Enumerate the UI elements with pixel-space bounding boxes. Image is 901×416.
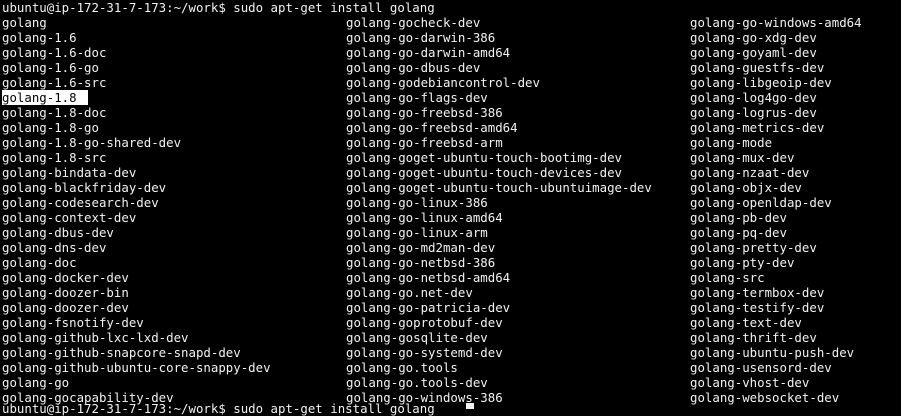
completion-item[interactable]: golang-mode <box>690 135 772 150</box>
completion-item-selected[interactable]: golang-1.8 <box>2 90 88 105</box>
completion-item[interactable]: golang-log4go-dev <box>690 90 817 105</box>
completion-item[interactable]: golang-go-netbsd-386 <box>346 255 495 270</box>
completion-item[interactable]: golang-1.6-src <box>2 75 106 90</box>
completion-item[interactable]: golang-goget-ubuntu-touch-devices-dev <box>346 165 622 180</box>
completion-item[interactable]: golang-go-darwin-amd64 <box>346 45 510 60</box>
completion-item[interactable]: golang-go-dbus-dev <box>346 60 480 75</box>
completion-item[interactable]: golang-src <box>690 270 765 285</box>
completion-item[interactable]: golang-doozer-dev <box>2 300 129 315</box>
completion-item[interactable]: golang-go-windows-amd64 <box>690 15 862 30</box>
completion-column-1: golang golang-1.6 golang-1.6-doc golang-1.6… <box>2 15 271 405</box>
completion-column-3: golang-go-windows-amd64 golang-go-xdg-dev… <box>690 15 862 405</box>
completion-item[interactable]: golang-dns-dev <box>2 240 106 255</box>
completion-item[interactable]: golang-go-xdg-dev <box>690 30 817 45</box>
completion-item[interactable]: golang-text-dev <box>690 315 802 330</box>
completion-item[interactable]: golang-go-freebsd-amd64 <box>346 120 518 135</box>
completion-item[interactable]: golang-github-lxc-lxd-dev <box>2 330 189 345</box>
completion-item[interactable]: golang-go-freebsd-arm <box>346 135 503 150</box>
completion-item[interactable]: golang-objx-dev <box>690 180 802 195</box>
completion-item[interactable]: golang-doc <box>2 255 77 270</box>
completion-item[interactable]: golang-pq-dev <box>690 225 787 240</box>
completion-item[interactable]: golang-docker-dev <box>2 270 129 285</box>
completion-item[interactable]: golang-usensord-dev <box>690 360 832 375</box>
terminal-window[interactable]: ubuntu@ip-172-31-7-173:~/work$ sudo apt-… <box>0 0 901 416</box>
completion-item[interactable]: golang-libgeoip-dev <box>690 75 832 90</box>
completion-item[interactable]: golang-go.net-dev <box>346 285 473 300</box>
completion-item[interactable]: golang-mux-dev <box>690 150 794 165</box>
completion-item[interactable]: golang-openldap-dev <box>690 195 832 210</box>
command-prompt-line: ubuntu@ip-172-31-7-173:~/work$ sudo apt-… <box>2 0 435 15</box>
completion-item[interactable]: golang-1.8-doc <box>2 105 106 120</box>
completion-item[interactable]: golang-go-linux-amd64 <box>346 210 503 225</box>
completion-item[interactable]: golang-godebiancontrol-dev <box>346 75 540 90</box>
completion-item[interactable]: golang-guestfs-dev <box>690 60 824 75</box>
completion-item[interactable]: golang-go-netbsd-amd64 <box>346 270 510 285</box>
completion-item[interactable]: golang-testify-dev <box>690 300 824 315</box>
completion-item[interactable]: golang-blackfriday-dev <box>2 180 166 195</box>
completion-item[interactable]: golang-go-linux-386 <box>346 195 488 210</box>
completion-item[interactable]: golang-gosqlite-dev <box>346 330 488 345</box>
completion-item[interactable]: golang-1.8-go-shared-dev <box>2 135 181 150</box>
text-cursor <box>466 403 474 409</box>
completion-item[interactable]: golang-nzaat-dev <box>690 165 809 180</box>
completion-item[interactable]: golang-vhost-dev <box>690 375 809 390</box>
completion-item[interactable]: golang-go.tools <box>346 360 458 375</box>
completion-item[interactable]: golang-pty-dev <box>690 255 794 270</box>
completion-item[interactable]: golang-gocheck-dev <box>346 15 480 30</box>
completion-item[interactable]: golang-go-systemd-dev <box>346 345 503 360</box>
completion-item[interactable]: golang-thrift-dev <box>690 330 817 345</box>
completion-item[interactable]: golang-fsnotify-dev <box>2 315 144 330</box>
completion-item[interactable]: golang-logrus-dev <box>690 105 817 120</box>
completion-item[interactable]: golang-goprotobuf-dev <box>346 315 503 330</box>
completion-item[interactable]: golang-go-md2man-dev <box>346 240 495 255</box>
next-prompt-line-partial: ubuntu@ip-172-31-7-173:~/work$ sudo apt-… <box>2 401 435 416</box>
completion-item[interactable]: golang-1.6-doc <box>2 45 106 60</box>
completion-item[interactable]: golang-termbox-dev <box>690 285 824 300</box>
completion-item[interactable]: golang-goget-ubuntu-touch-bootimg-dev <box>346 150 622 165</box>
completion-column-2: golang-gocheck-dev golang-go-darwin-386 go… <box>346 15 652 405</box>
completion-item[interactable]: golang-dbus-dev <box>2 225 114 240</box>
completion-item[interactable]: golang-go-darwin-386 <box>346 30 495 45</box>
completion-item[interactable]: golang-go.tools-dev <box>346 375 488 390</box>
completion-item[interactable]: golang <box>2 15 47 30</box>
completion-item[interactable]: golang-websocket-dev <box>690 390 839 405</box>
completion-item[interactable]: golang-bindata-dev <box>2 165 136 180</box>
completion-item[interactable]: golang-goyaml-dev <box>690 45 817 60</box>
completion-item[interactable]: golang-go-freebsd-386 <box>346 105 503 120</box>
completion-item[interactable]: golang-codesearch-dev <box>2 195 159 210</box>
completion-item[interactable]: golang-ubuntu-push-dev <box>690 345 854 360</box>
completion-item[interactable]: golang-pretty-dev <box>690 240 817 255</box>
completion-list: golang golang-1.6 golang-1.6-doc golang-1.6… <box>0 15 901 408</box>
completion-item[interactable]: golang-goget-ubuntu-touch-ubuntuimage-de… <box>346 180 652 195</box>
completion-item[interactable]: golang-go <box>2 375 69 390</box>
completion-item[interactable]: golang-go-linux-arm <box>346 225 488 240</box>
completion-item[interactable]: golang-context-dev <box>2 210 136 225</box>
completion-item[interactable]: golang-go-patricia-dev <box>346 300 510 315</box>
completion-item[interactable]: golang-metrics-dev <box>690 120 824 135</box>
completion-item[interactable]: golang-1.8-src <box>2 150 106 165</box>
completion-item[interactable]: golang-1.8-go <box>2 120 99 135</box>
completion-item[interactable]: golang-go-flags-dev <box>346 90 488 105</box>
completion-item[interactable]: golang-pb-dev <box>690 210 787 225</box>
completion-item[interactable]: golang-doozer-bin <box>2 285 129 300</box>
completion-item[interactable]: golang-1.6-go <box>2 60 99 75</box>
completion-item[interactable]: golang-github-ubuntu-core-snappy-dev <box>2 360 271 375</box>
completion-item[interactable]: golang-1.6 <box>2 30 77 45</box>
completion-item[interactable]: golang-github-snapcore-snapd-dev <box>2 345 241 360</box>
